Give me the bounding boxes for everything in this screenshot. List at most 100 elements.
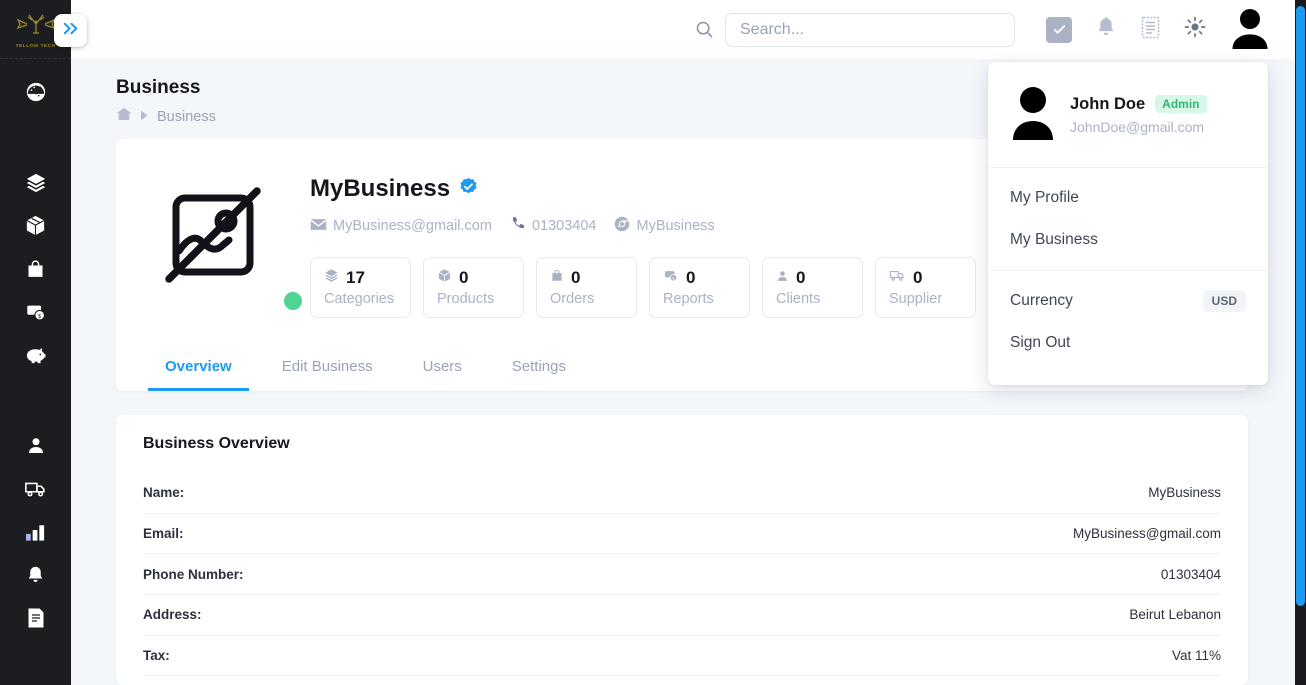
document-icon xyxy=(26,607,46,629)
stat-value: 17 xyxy=(346,268,365,288)
overview-key: Phone Number: xyxy=(143,567,244,582)
stat-card-orders[interactable]: 0 Orders xyxy=(536,257,637,318)
phone-icon xyxy=(510,216,526,236)
overview-value: 01303404 xyxy=(1161,567,1221,582)
profile-menu-name: John Doe xyxy=(1070,95,1145,114)
bell-icon xyxy=(1095,16,1117,44)
sidebar-expand-button[interactable] xyxy=(54,14,87,47)
sidebar-item-clients[interactable] xyxy=(0,424,71,467)
stat-value: 0 xyxy=(571,268,580,288)
money-report-icon: $ xyxy=(25,301,47,323)
theme-toggle-button[interactable] xyxy=(1184,16,1206,43)
shopping-bag-icon xyxy=(25,258,46,280)
search-icon[interactable] xyxy=(693,19,715,41)
stat-card-clients[interactable]: 0 Clients xyxy=(762,257,863,318)
bar-chart-icon xyxy=(25,522,46,542)
business-overview-rows: Name: MyBusiness Email: MyBusiness@gmail… xyxy=(143,473,1221,676)
piggy-bank-icon xyxy=(24,344,47,365)
overview-value: Vat 11% xyxy=(1172,648,1221,663)
notifications-button[interactable] xyxy=(1095,16,1117,44)
search-input[interactable] xyxy=(725,13,1015,47)
sidebar-item-notifications[interactable] xyxy=(0,553,71,596)
profile-menu-group-secondary: Currency USD Sign Out xyxy=(988,271,1268,373)
overview-row: Address: Beirut Lebanon xyxy=(143,595,1221,636)
overview-key: Address: xyxy=(143,607,202,622)
receipt-icon xyxy=(1140,16,1161,44)
layers-icon xyxy=(25,172,47,194)
profile-role-badge: Admin xyxy=(1155,95,1206,113)
menu-item-currency[interactable]: Currency USD xyxy=(988,280,1268,322)
breadcrumb-current[interactable]: Business xyxy=(157,109,216,125)
invoices-button[interactable] xyxy=(1140,16,1161,44)
overview-key: Tax: xyxy=(143,648,170,663)
tab-edit-business[interactable]: Edit Business xyxy=(265,344,390,391)
overview-value: MyBusiness@gmail.com xyxy=(1073,526,1221,541)
search-group xyxy=(693,13,1015,47)
overview-row: Email: MyBusiness@gmail.com xyxy=(143,514,1221,555)
profile-menu-group-primary: My Profile My Business xyxy=(988,168,1268,271)
overview-row: Phone Number: 01303404 xyxy=(143,554,1221,595)
user-avatar-icon xyxy=(1010,84,1056,145)
page-scrollbar-thumb[interactable] xyxy=(1296,6,1305,606)
sidebar: YELLOW TECH xyxy=(0,0,71,685)
business-website[interactable]: MyBusiness xyxy=(614,216,714,236)
menu-item-my-profile[interactable]: My Profile xyxy=(988,177,1268,219)
tasks-button[interactable] xyxy=(1046,17,1072,43)
business-phone-text: 01303404 xyxy=(532,218,597,234)
home-icon[interactable] xyxy=(116,107,132,126)
sidebar-item-savings[interactable] xyxy=(0,333,71,376)
tab-users[interactable]: Users xyxy=(406,344,479,391)
sidebar-item-suppliers[interactable] xyxy=(0,467,71,510)
app-root: YELLOW TECH xyxy=(0,0,1306,685)
status-dot xyxy=(284,292,302,310)
person-icon xyxy=(776,269,789,288)
stat-card-supplier[interactable]: 0 Supplier xyxy=(875,257,976,318)
bell-icon xyxy=(25,564,46,586)
overview-key: Email: xyxy=(143,526,184,541)
tab-overview[interactable]: Overview xyxy=(148,344,249,391)
topbar xyxy=(71,0,1295,59)
envelope-icon xyxy=(310,218,327,235)
stat-label: Products xyxy=(437,291,523,307)
profile-menu-header: John Doe Admin JohnDoe@gmail.com xyxy=(988,62,1268,168)
tab-settings[interactable]: Settings xyxy=(495,344,583,391)
sidebar-item-documents[interactable] xyxy=(0,596,71,639)
business-info: MyBusiness xyxy=(310,165,976,318)
yellow-tech-logo-icon xyxy=(14,11,58,42)
business-overview-title: Business Overview xyxy=(143,435,1221,453)
sidebar-logo-label: YELLOW TECH xyxy=(15,43,55,48)
stat-label: Supplier xyxy=(889,291,975,307)
stat-card-products[interactable]: 0 Products xyxy=(423,257,524,318)
chrome-globe-icon xyxy=(614,216,630,236)
menu-item-sign-out[interactable]: Sign Out xyxy=(988,322,1268,364)
sidebar-item-orders[interactable] xyxy=(0,247,71,290)
triangle-right-icon xyxy=(140,108,149,126)
stat-label: Orders xyxy=(550,291,636,307)
business-email[interactable]: MyBusiness@gmail.com xyxy=(310,218,492,235)
stat-card-reports[interactable]: $ 0 Reports xyxy=(649,257,750,318)
business-logo[interactable] xyxy=(116,165,310,318)
sidebar-item-products[interactable] xyxy=(0,204,71,247)
currency-value-pill[interactable]: USD xyxy=(1203,290,1246,312)
business-contacts: MyBusiness@gmail.com 01303404 xyxy=(310,216,976,236)
profile-dropdown-menu: John Doe Admin JohnDoe@gmail.com My Prof… xyxy=(988,62,1268,385)
business-phone[interactable]: 01303404 xyxy=(510,216,597,236)
chevron-double-right-icon xyxy=(61,19,80,43)
overview-row: Name: MyBusiness xyxy=(143,473,1221,514)
sidebar-item-dashboard[interactable] xyxy=(0,70,71,113)
stat-card-categories[interactable]: 17 Categories xyxy=(310,257,411,318)
sidebar-item-reports[interactable]: $ xyxy=(0,290,71,333)
user-avatar-icon xyxy=(1229,6,1271,54)
profile-avatar-button[interactable] xyxy=(1229,6,1271,54)
business-stats: 17 Categories xyxy=(310,257,976,318)
sidebar-nav: $ xyxy=(0,59,71,639)
stat-label: Reports xyxy=(663,291,749,307)
page-scrollbar-track[interactable] xyxy=(1295,0,1306,685)
sidebar-item-categories[interactable] xyxy=(0,161,71,204)
sidebar-item-statistics[interactable] xyxy=(0,510,71,553)
menu-item-my-business[interactable]: My Business xyxy=(988,219,1268,261)
profile-menu-email: JohnDoe@gmail.com xyxy=(1070,119,1207,135)
business-email-text: MyBusiness@gmail.com xyxy=(333,218,492,234)
sun-icon xyxy=(1184,16,1206,43)
currency-label: Currency xyxy=(1010,292,1073,310)
